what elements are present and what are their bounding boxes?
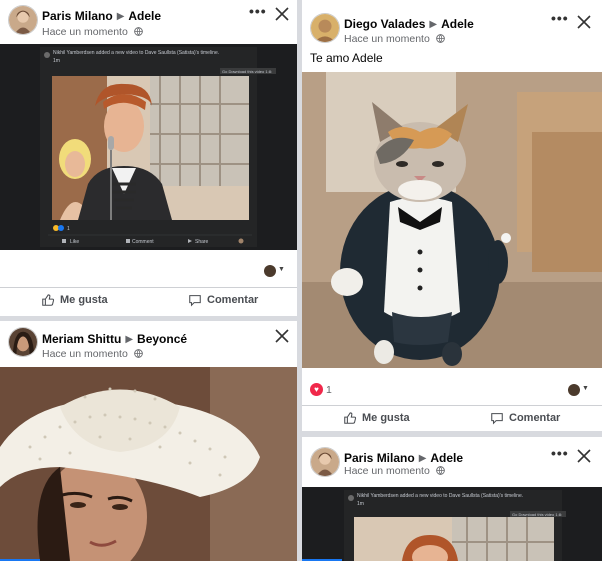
author-name[interactable]: Paris Milano bbox=[42, 9, 113, 23]
author-name[interactable]: Meriam Shittu bbox=[42, 332, 121, 346]
comment-button[interactable]: Comentar bbox=[490, 411, 560, 425]
post-timestamp: Hace un momento bbox=[344, 33, 445, 45]
author-name[interactable]: Diego Valades bbox=[344, 17, 425, 31]
comment-label: Comentar bbox=[509, 412, 561, 424]
post-header: Meriam Shittu ▶ Beyoncé Hace un momento bbox=[0, 321, 297, 361]
like-label: Me gusta bbox=[60, 294, 108, 306]
chevron-down-icon[interactable]: ▼ bbox=[582, 385, 589, 392]
post-timestamp: Hace un momento bbox=[42, 348, 143, 360]
timestamp-text[interactable]: Hace un momento bbox=[42, 348, 128, 360]
post-paris-milano: Paris Milano ▶ Adele Hace un momento ••• N… bbox=[0, 0, 297, 316]
embedded-video-post[interactable]: Nikhil Yamberdsen added a new video to D… bbox=[0, 44, 297, 250]
arrow-right-icon: ▶ bbox=[125, 334, 134, 345]
reaction-row: ▼ bbox=[0, 262, 297, 282]
more-dots-icon[interactable]: ••• bbox=[551, 10, 569, 26]
more-dots-icon[interactable]: ••• bbox=[249, 3, 267, 19]
post-photo[interactable] bbox=[0, 367, 297, 561]
left-column: Paris Milano ▶ Adele Hace un momento ••• N… bbox=[0, 0, 297, 561]
timestamp-text[interactable]: Hace un momento bbox=[344, 465, 430, 477]
globe-icon bbox=[133, 349, 143, 358]
like-button[interactable]: Me gusta bbox=[343, 411, 410, 425]
arrow-right-icon: ▶ bbox=[116, 11, 125, 22]
reaction-count[interactable]: 1 bbox=[326, 384, 332, 396]
embed-tag: Go Download this video 1:8: bbox=[512, 512, 562, 517]
post-meriam-shittu: Meriam Shittu ▶ Beyoncé Hace un momento bbox=[0, 321, 297, 561]
like-label: Me gusta bbox=[362, 412, 410, 424]
viewer-avatar[interactable] bbox=[264, 265, 276, 277]
post-header: Paris Milano ▶ Adele Hace un momento ••• bbox=[0, 0, 297, 40]
post-diego-valades: Diego Valades ▶ Adele Hace un momento ••• … bbox=[302, 0, 602, 431]
embed-share: Share bbox=[195, 239, 209, 245]
post-author-line: Paris Milano ▶ Adele bbox=[344, 451, 463, 465]
avatar[interactable] bbox=[8, 5, 38, 35]
post-actions: Me gusta Comentar bbox=[302, 405, 602, 431]
arrow-right-icon: ▶ bbox=[429, 19, 438, 30]
globe-icon bbox=[435, 466, 445, 475]
target-name[interactable]: Adele bbox=[128, 9, 161, 23]
post-author-line: Meriam Shittu ▶ Beyoncé bbox=[42, 332, 187, 346]
arrow-right-icon: ▶ bbox=[418, 453, 427, 464]
target-name[interactable]: Adele bbox=[430, 451, 463, 465]
target-name[interactable]: Beyoncé bbox=[137, 332, 187, 346]
post-author-line: Diego Valades ▶ Adele bbox=[344, 17, 474, 31]
like-button[interactable]: Me gusta bbox=[41, 293, 108, 307]
reaction-row: ♥ 1 ▼ bbox=[302, 380, 602, 400]
chevron-down-icon[interactable]: ▼ bbox=[278, 266, 285, 273]
comment-label: Comentar bbox=[207, 294, 259, 306]
close-icon[interactable] bbox=[275, 329, 289, 343]
embed-count: 1 bbox=[67, 226, 70, 232]
close-icon[interactable] bbox=[577, 15, 591, 29]
post-paris-milano-2: Paris Milano ▶ Adele Hace un momento ••• N… bbox=[302, 437, 602, 561]
thumbs-up-icon bbox=[344, 412, 357, 424]
avatar[interactable] bbox=[310, 13, 340, 43]
embed-tag: Go Download this video 1:8: bbox=[222, 69, 272, 74]
embed-comment: Comment bbox=[132, 239, 154, 245]
embed-header: Nikhil Yamberdsen added a new video to D… bbox=[53, 50, 219, 56]
globe-icon bbox=[133, 27, 143, 36]
post-header: Paris Milano ▶ Adele Hace un momento ••• bbox=[302, 437, 602, 477]
post-text: Te amo Adele bbox=[310, 51, 383, 65]
timestamp-text[interactable]: Hace un momento bbox=[344, 33, 430, 45]
author-name[interactable]: Paris Milano bbox=[344, 451, 415, 465]
embed-time: 1m bbox=[53, 58, 60, 64]
right-column: Diego Valades ▶ Adele Hace un momento ••• … bbox=[302, 0, 602, 561]
comment-bubble-icon bbox=[189, 295, 201, 307]
timestamp-text[interactable]: Hace un momento bbox=[42, 26, 128, 38]
heart-icon[interactable]: ♥ bbox=[310, 383, 323, 396]
post-actions: Me gusta Comentar bbox=[0, 287, 297, 313]
post-photo[interactable] bbox=[302, 72, 602, 368]
post-timestamp: Hace un momento bbox=[344, 465, 445, 477]
close-icon[interactable] bbox=[275, 7, 289, 21]
thumbs-up-icon bbox=[42, 294, 55, 306]
comment-bubble-icon bbox=[491, 413, 503, 425]
embedded-video-post[interactable]: Nikhil Yamberdsen added a new video to D… bbox=[302, 487, 602, 561]
viewer-avatar[interactable] bbox=[568, 384, 580, 396]
avatar[interactable] bbox=[310, 447, 340, 477]
post-header: Diego Valades ▶ Adele Hace un momento ••• bbox=[302, 0, 602, 45]
close-icon[interactable] bbox=[577, 449, 591, 463]
post-timestamp: Hace un momento bbox=[42, 26, 143, 38]
avatar[interactable] bbox=[8, 327, 38, 357]
globe-icon bbox=[435, 34, 445, 43]
embed-header: Nikhil Yamberdsen added a new video to D… bbox=[357, 493, 523, 499]
more-dots-icon[interactable]: ••• bbox=[551, 445, 569, 461]
embed-like: Like bbox=[70, 239, 79, 245]
target-name[interactable]: Adele bbox=[441, 17, 474, 31]
embed-time: 1m bbox=[357, 501, 364, 507]
post-author-line: Paris Milano ▶ Adele bbox=[42, 9, 161, 23]
comment-button[interactable]: Comentar bbox=[188, 293, 258, 307]
